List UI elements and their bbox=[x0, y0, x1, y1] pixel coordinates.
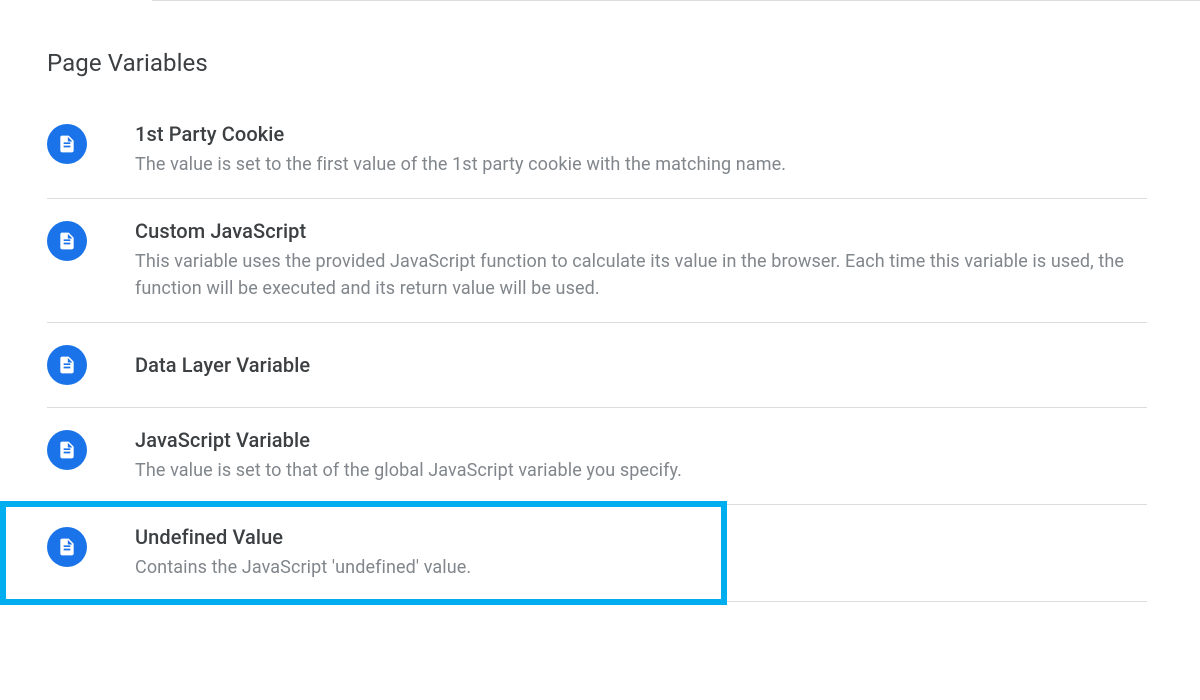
variable-description: The value is set to that of the global J… bbox=[135, 457, 1127, 484]
variable-item-javascript-variable[interactable]: JavaScript Variable The value is set to … bbox=[47, 408, 1147, 505]
variable-item-data-layer-variable[interactable]: Data Layer Variable bbox=[47, 323, 1147, 408]
variable-item-first-party-cookie[interactable]: 1st Party Cookie The value is set to the… bbox=[47, 112, 1147, 199]
variable-list: 1st Party Cookie The value is set to the… bbox=[47, 112, 1200, 602]
document-icon bbox=[47, 124, 87, 164]
document-icon bbox=[47, 430, 87, 470]
variable-content: Undefined Value Contains the JavaScript … bbox=[135, 525, 1147, 581]
variable-content: Data Layer Variable bbox=[135, 343, 1147, 387]
variable-content: 1st Party Cookie The value is set to the… bbox=[135, 122, 1147, 178]
variable-description: This variable uses the provided JavaScri… bbox=[135, 248, 1127, 302]
variable-item-custom-javascript[interactable]: Custom JavaScript This variable uses the… bbox=[47, 199, 1147, 323]
document-icon bbox=[47, 221, 87, 261]
variable-title: Custom JavaScript bbox=[135, 219, 1127, 243]
variable-description: The value is set to the first value of t… bbox=[135, 151, 1127, 178]
variable-content: Custom JavaScript This variable uses the… bbox=[135, 219, 1147, 302]
variable-content: JavaScript Variable The value is set to … bbox=[135, 428, 1147, 484]
variable-title: Data Layer Variable bbox=[135, 343, 1127, 387]
variable-title: 1st Party Cookie bbox=[135, 122, 1127, 146]
top-divider bbox=[152, 0, 1200, 1]
document-icon bbox=[47, 527, 87, 567]
variable-description: Contains the JavaScript 'undefined' valu… bbox=[135, 554, 1127, 581]
variable-title: Undefined Value bbox=[135, 525, 1127, 549]
variable-title: JavaScript Variable bbox=[135, 428, 1127, 452]
section-title: Page Variables bbox=[47, 49, 1200, 77]
variable-item-undefined-value[interactable]: Undefined Value Contains the JavaScript … bbox=[47, 505, 1147, 602]
document-icon bbox=[47, 345, 87, 385]
